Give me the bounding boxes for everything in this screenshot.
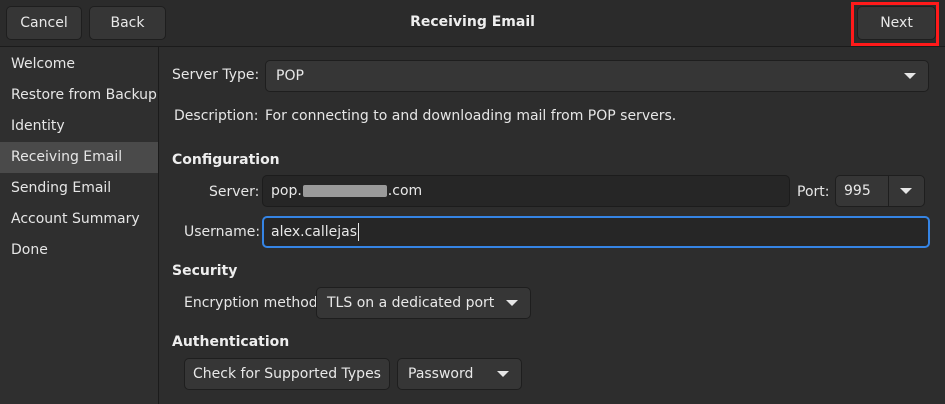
server-prefix: pop. — [271, 183, 302, 199]
description-text: For connecting to and downloading mail f… — [265, 108, 677, 124]
server-label: Server: — [209, 184, 260, 200]
server-input[interactable]: pop. .com — [262, 175, 790, 207]
authentication-heading: Authentication — [172, 334, 290, 350]
sidebar-item-identity[interactable]: Identity — [0, 111, 158, 142]
configuration-heading: Configuration — [172, 152, 280, 168]
server-type-dropdown[interactable]: POP — [265, 60, 929, 92]
username-label: Username: — [184, 224, 261, 240]
encryption-method-dropdown[interactable]: TLS on a dedicated port — [316, 287, 531, 319]
sidebar-item-restore-from-backup[interactable]: Restore from Backup — [0, 80, 158, 111]
port-divider — [888, 176, 889, 206]
next-button-highlight — [851, 2, 939, 46]
chevron-down-icon — [497, 371, 509, 377]
sidebar-item-receiving-email[interactable]: Receiving Email — [0, 142, 158, 173]
port-combobox[interactable]: 995 — [835, 175, 925, 207]
header-bar: Cancel Back Receiving Email Next — [0, 0, 945, 47]
server-type-value: POP — [276, 68, 304, 84]
authentication-dropdown[interactable]: Password — [397, 358, 522, 390]
encryption-method-label: Encryption method: — [184, 295, 323, 311]
main-panel: Server Type: POP Description: For connec… — [159, 47, 945, 404]
text-caret — [358, 223, 360, 241]
username-input[interactable]: alex.callejas — [262, 216, 930, 248]
sidebar: Welcome Restore from Backup Identity Rec… — [0, 47, 159, 404]
server-suffix: .com — [387, 183, 423, 199]
port-label: Port: — [797, 184, 830, 200]
chevron-down-icon[interactable] — [900, 188, 912, 194]
security-heading: Security — [172, 263, 238, 279]
port-value: 995 — [844, 183, 871, 199]
check-supported-types-button[interactable]: Check for Supported Types — [184, 358, 390, 390]
server-type-label: Server Type: — [172, 67, 260, 83]
authentication-value: Password — [408, 366, 474, 382]
sidebar-item-done[interactable]: Done — [0, 235, 158, 266]
chevron-down-icon — [904, 73, 916, 79]
redacted-domain — [302, 185, 387, 197]
username-value: alex.callejas — [271, 224, 358, 240]
page-title: Receiving Email — [410, 14, 535, 30]
encryption-method-value: TLS on a dedicated port — [327, 295, 495, 311]
sidebar-item-account-summary[interactable]: Account Summary — [0, 204, 158, 235]
sidebar-item-sending-email[interactable]: Sending Email — [0, 173, 158, 204]
description-label: Description: — [174, 108, 259, 124]
sidebar-item-welcome[interactable]: Welcome — [0, 49, 158, 80]
chevron-down-icon — [506, 300, 518, 306]
